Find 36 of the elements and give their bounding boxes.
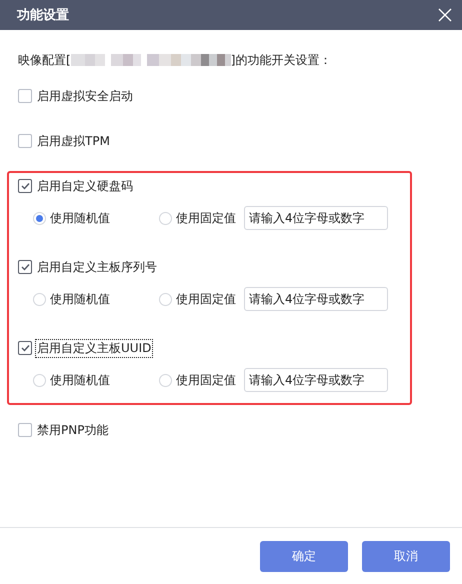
checkbox[interactable] — [18, 179, 32, 193]
checkbox[interactable] — [18, 423, 32, 437]
checkmark-icon — [20, 344, 30, 352]
radio-button[interactable] — [159, 212, 172, 224]
checkbox-label[interactable]: 启用虚拟安全启动 — [36, 88, 134, 104]
checkbox-label[interactable]: 启用虚拟TPM — [36, 132, 111, 150]
checkbox[interactable] — [18, 134, 32, 148]
close-button[interactable] — [438, 8, 452, 22]
dialog-title: 功能设置 — [17, 7, 69, 24]
checkbox-label[interactable]: 启用自定义主板序列号 — [36, 258, 158, 276]
radio-label[interactable]: 使用随机值 — [50, 210, 110, 226]
checkbox-label[interactable]: 启用自定义主板UUID — [36, 340, 152, 356]
checkmark-icon — [20, 182, 30, 190]
checkbox[interactable] — [18, 260, 32, 274]
checkmark-icon — [20, 263, 30, 271]
intro-text: ]的功能开关设置： — [230, 52, 332, 68]
checkbox-label[interactable]: 启用自定义硬盘码 — [36, 178, 134, 194]
input-field[interactable]: 请输入4位字母或数字 — [244, 368, 388, 392]
input-field[interactable]: 请输入4位字母或数字 — [244, 206, 388, 230]
radio-label[interactable]: 使用固定值 — [176, 290, 236, 308]
radio-label[interactable]: 使用随机值 — [50, 372, 110, 388]
cancel-button[interactable]: 取消 — [362, 540, 450, 572]
input-field[interactable]: 请输入4位字母或数字 — [244, 287, 388, 311]
radio-button[interactable] — [159, 292, 172, 306]
radio-button[interactable] — [33, 374, 46, 386]
radio-button[interactable] — [159, 374, 172, 386]
checkbox[interactable] — [18, 341, 32, 355]
radio-label[interactable]: 使用固定值 — [176, 210, 236, 226]
checkbox-label[interactable]: 禁用PNP功能 — [36, 422, 110, 438]
checkbox[interactable] — [18, 89, 32, 103]
radio-label[interactable]: 使用固定值 — [176, 372, 236, 388]
confirm-button[interactable]: 确定 — [260, 540, 348, 572]
intro-text: 映像配置[ — [18, 52, 71, 68]
radio-label[interactable]: 使用随机值 — [50, 290, 110, 308]
radio-button[interactable] — [33, 292, 46, 306]
radio-button[interactable] — [33, 212, 46, 224]
